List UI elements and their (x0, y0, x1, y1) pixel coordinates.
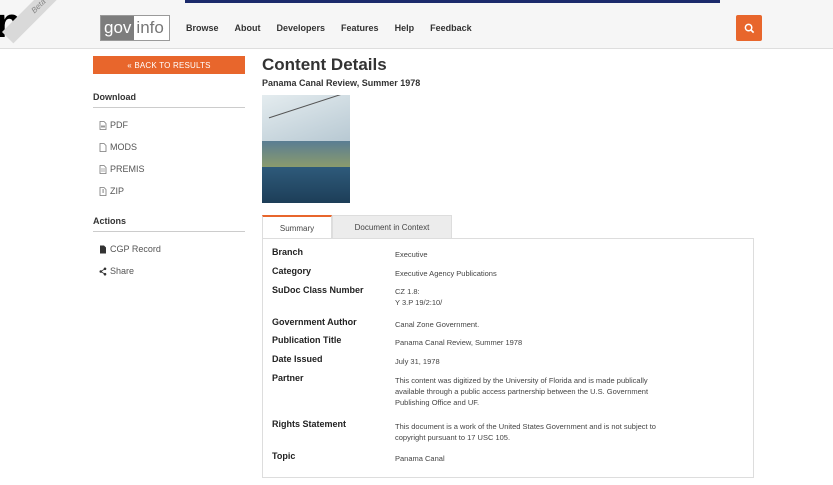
sidebar: « BACK TO RESULTS Download PDF MODS PREM… (93, 56, 245, 276)
back-to-results-button[interactable]: « BACK TO RESULTS (93, 56, 245, 74)
detail-value: July 31, 1978 (395, 357, 440, 366)
download-zip-label: ZIP (110, 186, 125, 196)
detail-row-topic: Topic Panama Canal (272, 451, 730, 464)
detail-value: Panama Canal Review, Summer 1978 (395, 338, 523, 347)
cgp-record-link[interactable]: CGP Record (99, 244, 245, 254)
download-premis-label: PREMIS (110, 164, 145, 174)
cgp-record-label: CGP Record (110, 244, 161, 254)
nav-developers[interactable]: Developers (277, 23, 326, 33)
zip-icon (99, 186, 107, 196)
document-icon (100, 245, 106, 253)
logo-gov-text: gov (101, 16, 135, 40)
detail-key: Rights Statement (272, 419, 347, 429)
detail-key: Date Issued (272, 354, 323, 364)
detail-row-sudoc: SuDoc Class Number CZ 1.8: Y 3.P 19/2:10… (272, 285, 730, 308)
download-heading: Download (93, 92, 245, 108)
download-premis-link[interactable]: PREMIS (99, 164, 245, 174)
detail-key: Category (272, 266, 312, 276)
download-pdf-label: PDF (110, 120, 128, 130)
file-icon (99, 142, 107, 152)
detail-key: Publication Title (272, 335, 342, 345)
detail-tabs: Summary Document in Context (262, 215, 452, 239)
detail-value: CZ 1.8: Y 3.P 19/2:10/ (395, 287, 443, 307)
file-icon (99, 164, 107, 174)
page-title: Content Details (262, 55, 387, 74)
nav-features[interactable]: Features (341, 23, 379, 33)
download-pdf-link[interactable]: PDF (99, 120, 245, 130)
detail-row-partner: Partner This content was digitized by th… (272, 373, 730, 408)
detail-row-author: Government Author Canal Zone Government. (272, 317, 730, 330)
search-button[interactable] (736, 15, 762, 41)
main-content: Content Details Panama Canal Review, Sum… (262, 55, 754, 478)
document-title: Panama Canal Review, Summer 1978 (262, 78, 421, 88)
detail-key: Topic (272, 451, 296, 461)
logo-info-text: info (136, 18, 164, 37)
detail-key: Government Author (272, 317, 357, 327)
detail-key: SuDoc Class Number (272, 285, 364, 295)
detail-row-branch: Branch Executive (272, 247, 730, 260)
nav-about[interactable]: About (235, 23, 261, 33)
detail-value: Executive (395, 250, 428, 259)
tab-document-in-context[interactable]: Document in Context (332, 215, 452, 239)
detail-value: This document is a work of the United St… (395, 422, 656, 442)
detail-value: Executive Agency Publications (395, 269, 497, 278)
detail-key: Branch (272, 247, 304, 257)
actions-heading: Actions (93, 216, 245, 232)
share-label: Share (110, 266, 135, 276)
download-mods-link[interactable]: MODS (99, 142, 245, 152)
detail-key: Partner (272, 373, 304, 383)
detail-row-date-issued: Date Issued July 31, 1978 (272, 354, 730, 367)
download-zip-link[interactable]: ZIP (99, 186, 245, 196)
tab-summary[interactable]: Summary (262, 215, 332, 239)
search-icon (744, 23, 754, 33)
cover-thumbnail[interactable] (262, 95, 350, 203)
detail-row-rights: Rights Statement This document is a work… (272, 419, 730, 443)
share-link[interactable]: Share (99, 266, 245, 276)
top-accent-line (185, 0, 720, 3)
detail-value: Canal Zone Government. (395, 320, 480, 329)
nav-help[interactable]: Help (395, 23, 415, 33)
share-icon (99, 267, 107, 275)
main-nav: Browse About Developers Features Help Fe… (186, 23, 488, 33)
nav-feedback[interactable]: Feedback (430, 23, 472, 33)
top-bar: n Beta Release gov info Browse About Dev… (0, 0, 833, 49)
detail-row-category: Category Executive Agency Publications (272, 266, 730, 279)
download-mods-label: MODS (110, 142, 137, 152)
govinfo-logo[interactable]: gov info (100, 15, 170, 41)
nav-browse[interactable]: Browse (186, 23, 219, 33)
pdf-icon (99, 120, 107, 130)
detail-value: Panama Canal (395, 454, 445, 463)
detail-row-publication-title: Publication Title Panama Canal Review, S… (272, 335, 730, 348)
details-panel: Branch Executive Category Executive Agen… (262, 238, 754, 478)
detail-value: This content was digitized by the Univer… (395, 376, 649, 407)
